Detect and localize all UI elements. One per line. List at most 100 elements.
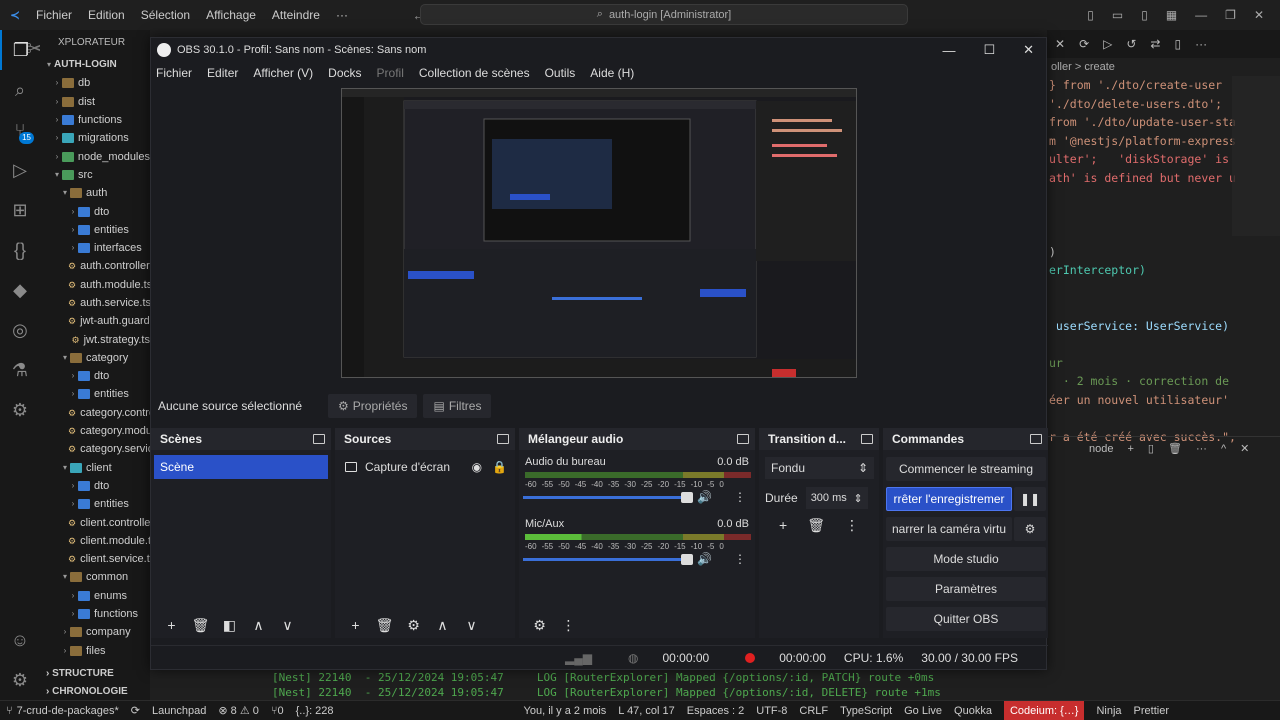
obs-menu-item[interactable]: Fichier bbox=[156, 66, 192, 80]
launchpad[interactable]: Launchpad bbox=[152, 705, 206, 717]
more-icon[interactable]: ⋮ bbox=[734, 490, 746, 504]
eol[interactable]: CRLF bbox=[799, 705, 828, 717]
move-up-icon[interactable]: ∧ bbox=[244, 617, 273, 634]
file-item[interactable]: ⚙category.controller.ts bbox=[40, 404, 150, 422]
more-icon[interactable]: ⋮ bbox=[554, 617, 583, 634]
section-timeline[interactable]: › CHRONOLOGIE bbox=[40, 683, 150, 700]
move-down-icon[interactable]: ∨ bbox=[273, 617, 302, 634]
file-item[interactable]: ⚙client.controller.ts bbox=[40, 513, 150, 531]
folder-item[interactable]: › entities bbox=[40, 385, 150, 403]
file-item[interactable]: ⚙jwt-auth.guard.ts bbox=[40, 312, 150, 330]
obs-menu-item[interactable]: Outils bbox=[545, 66, 576, 80]
move-down-icon[interactable]: ∨ bbox=[457, 617, 486, 634]
ports[interactable]: ⑂0 bbox=[271, 705, 284, 717]
project-root[interactable]: ▾ AUTH-LOGIN bbox=[40, 56, 150, 74]
undock-icon[interactable] bbox=[1030, 434, 1042, 444]
codeium[interactable]: Codeium: {…} bbox=[1003, 700, 1085, 720]
gitlens-icon[interactable]: ◎ bbox=[0, 310, 40, 350]
lock-icon[interactable]: 🔒 bbox=[492, 460, 507, 474]
filter-icon[interactable]: ◧ bbox=[215, 617, 244, 634]
undock-icon[interactable] bbox=[737, 434, 749, 444]
folder-item[interactable]: ▾ src bbox=[40, 166, 150, 184]
file-item[interactable]: ⚙category.service.ts bbox=[40, 440, 150, 458]
branch[interactable]: 7-crud-de-packages* bbox=[17, 705, 119, 717]
gitlens-icon[interactable]: ⟳ bbox=[1079, 37, 1089, 51]
quokka[interactable]: Quokka bbox=[954, 705, 992, 717]
file-item[interactable]: ⚙ client.module.ts bbox=[40, 532, 150, 550]
folder-item[interactable]: › migrations bbox=[40, 129, 150, 147]
new-terminal-icon[interactable]: + bbox=[1127, 443, 1133, 455]
folder-item[interactable]: › dist bbox=[40, 93, 150, 111]
split-editor-icon[interactable]: ▯ bbox=[1174, 37, 1181, 51]
start-virtual-camera-button[interactable]: narrer la caméra virtu bbox=[886, 517, 1012, 541]
folder-item[interactable]: › enums bbox=[40, 587, 150, 605]
search-icon[interactable]: ⌕ bbox=[0, 70, 40, 110]
trash-icon[interactable]: 🗑 bbox=[186, 617, 215, 634]
undock-icon[interactable] bbox=[497, 434, 509, 444]
manage-gear-icon[interactable]: ⚙ bbox=[0, 660, 40, 700]
folder-item[interactable]: › node_modules bbox=[40, 147, 150, 165]
layout-secondary-icon[interactable]: ▯ bbox=[1141, 8, 1148, 22]
vscode-menu-item[interactable]: ··· bbox=[336, 8, 348, 22]
vscode-menu-item[interactable]: Sélection bbox=[141, 8, 190, 22]
pause-recording-button[interactable]: ❚❚ bbox=[1014, 487, 1046, 511]
obs-menu-item[interactable]: Aide (H) bbox=[590, 66, 634, 80]
compare-icon[interactable]: ⇄ bbox=[1150, 37, 1160, 51]
folder-item[interactable]: › functions bbox=[40, 111, 150, 129]
properties-button[interactable]: ⚙ Propriétés bbox=[328, 394, 418, 418]
add-icon[interactable]: + bbox=[157, 617, 186, 633]
file-item[interactable]: ⚙category.module.ts bbox=[40, 422, 150, 440]
folder-item[interactable]: › dto bbox=[40, 202, 150, 220]
move-up-icon[interactable]: ∧ bbox=[428, 617, 457, 634]
remote-icon[interactable]: ◆ bbox=[0, 270, 40, 310]
vscode-menu-item[interactable]: Atteindre bbox=[272, 8, 320, 22]
folder-item[interactable]: ▾ auth bbox=[40, 184, 150, 202]
speaker-icon[interactable]: 🔊 bbox=[697, 490, 712, 504]
git-blame[interactable]: You, il y a 2 mois bbox=[524, 705, 607, 717]
add-icon[interactable]: + bbox=[341, 617, 370, 633]
problems[interactable]: ⊗ 8 ⚠ 0 bbox=[218, 704, 258, 717]
command-center-search[interactable]: ⌕ auth-login [Administrator] bbox=[420, 4, 908, 25]
obs-menu-item[interactable]: Editer bbox=[207, 66, 238, 80]
maximize-icon[interactable]: ☐ bbox=[983, 42, 995, 58]
minimize-icon[interactable]: — bbox=[1195, 8, 1207, 22]
account-icon[interactable]: ☺ bbox=[0, 620, 40, 660]
file-item[interactable]: ⚙ auth.service.ts bbox=[40, 294, 150, 312]
more-icon[interactable]: ⋮ bbox=[734, 552, 746, 566]
more-terminal-icon[interactable]: ··· bbox=[1196, 443, 1207, 455]
slider-knob[interactable] bbox=[681, 554, 693, 565]
close-icon[interactable]: ✕ bbox=[1023, 42, 1034, 58]
code-editor[interactable]: ✕ ⟳ ▷ ↺ ⇄ ▯ ··· oller > create } from '.… bbox=[1047, 30, 1280, 700]
obs-menu-item[interactable]: Docks bbox=[328, 66, 361, 80]
vscode-menu-item[interactable]: Affichage bbox=[206, 8, 256, 22]
restore-icon[interactable]: ❐ bbox=[1225, 8, 1236, 22]
minimize-icon[interactable]: — bbox=[942, 43, 955, 58]
folder-item[interactable]: › entities bbox=[40, 495, 150, 513]
editor-breadcrumb[interactable]: oller > create bbox=[1047, 58, 1280, 76]
studio-mode-button[interactable]: Mode studio bbox=[886, 547, 1046, 571]
duration-input[interactable]: 300 ms ⇕ bbox=[805, 487, 868, 509]
folder-item[interactable]: › db bbox=[40, 74, 150, 92]
layout-panel-icon[interactable]: ▭ bbox=[1112, 8, 1123, 22]
file-item[interactable]: ⚙ client.service.ts bbox=[40, 550, 150, 568]
speaker-icon[interactable]: 🔊 bbox=[697, 552, 712, 566]
volume-slider[interactable] bbox=[523, 554, 693, 565]
sync-icon[interactable]: ⟳ bbox=[131, 704, 140, 717]
history-icon[interactable]: ↺ bbox=[1126, 37, 1136, 51]
stop-recording-button[interactable]: rrêter l'enregistremer bbox=[886, 487, 1012, 511]
run-icon[interactable]: ▷ bbox=[1103, 37, 1112, 51]
trash-icon[interactable]: 🗑 bbox=[370, 617, 399, 634]
quit-obs-button[interactable]: Quitter OBS bbox=[886, 607, 1046, 631]
folder-item[interactable]: › company bbox=[40, 623, 150, 641]
language-mode[interactable]: TypeScript bbox=[840, 705, 892, 717]
transition-select[interactable]: Fondu ⇕ bbox=[765, 457, 874, 479]
file-item[interactable]: ⚙auth.controller.ts bbox=[40, 257, 150, 275]
obs-menu-item[interactable]: Profil bbox=[377, 66, 404, 80]
testing-icon[interactable]: ⚗ bbox=[0, 350, 40, 390]
layout-sidebar-icon[interactable]: ▯ bbox=[1087, 8, 1094, 22]
volume-slider[interactable] bbox=[523, 492, 693, 503]
ninja[interactable]: Ninja bbox=[1096, 705, 1121, 717]
file-item[interactable]: ⚙ jwt.strategy.ts bbox=[40, 330, 150, 348]
folder-item[interactable]: › functions bbox=[40, 605, 150, 623]
folder-item[interactable]: ▾ category bbox=[40, 349, 150, 367]
